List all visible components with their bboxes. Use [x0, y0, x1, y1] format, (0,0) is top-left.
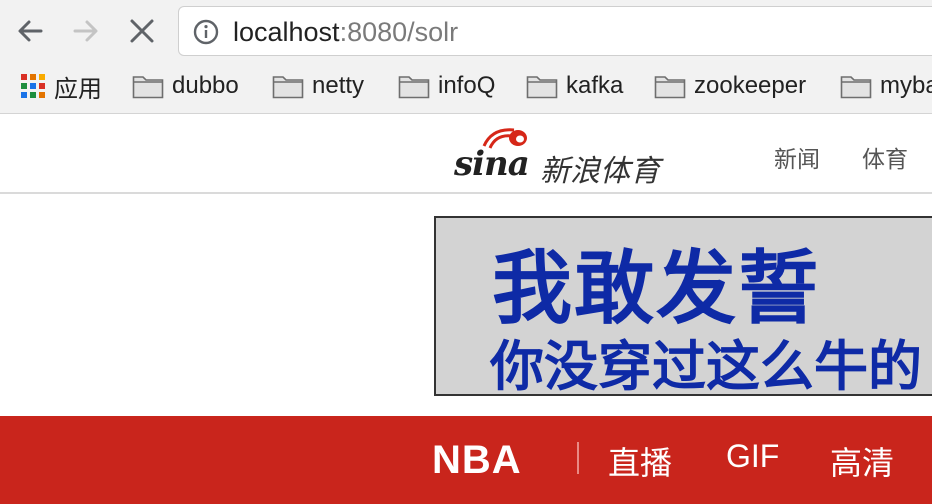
- bookmark-label: 应用: [54, 75, 102, 103]
- nav-gif[interactable]: GIF: [726, 438, 779, 475]
- bookmark-myba[interactable]: myba: [840, 70, 932, 102]
- logo-sina-text: sina: [454, 144, 530, 184]
- nav-sports[interactable]: 体育: [862, 140, 908, 174]
- bookmark-dubbo[interactable]: dubbo: [132, 70, 239, 102]
- bookmark-infoq[interactable]: infoQ: [398, 70, 495, 102]
- url-path: :8080/solr: [339, 17, 459, 47]
- logo-sports-text: 新浪体育: [540, 155, 660, 188]
- bookmark-label: infoQ: [438, 72, 496, 99]
- nav-news[interactable]: 新闻: [774, 140, 820, 174]
- ad-banner[interactable]: 我敢发誓 你没穿过这么牛的: [434, 216, 932, 396]
- bookmark-label: zookeeper: [694, 72, 807, 99]
- forward-button[interactable]: [66, 11, 106, 51]
- bookmark-label: myba: [880, 72, 932, 99]
- bookmark-kafka[interactable]: kafka: [526, 70, 623, 102]
- close-icon: [130, 19, 154, 43]
- forward-arrow-icon: [73, 20, 98, 42]
- site-info-icon[interactable]: [193, 19, 219, 50]
- back-arrow-icon: [18, 20, 43, 42]
- bookmark-label: netty: [312, 72, 365, 99]
- url-host: localhost: [233, 17, 340, 47]
- bookmark-zookeeper[interactable]: zookeeper: [654, 70, 806, 102]
- bookmark-label: dubbo: [172, 72, 239, 99]
- bookmarks-bar: 应用 dubbo netty infoQ kafka zookeeper myb: [0, 62, 932, 114]
- sina-sports-logo[interactable]: sina 新浪体育: [452, 124, 702, 188]
- folder-icon: [132, 76, 164, 99]
- stop-loading-button[interactable]: [122, 11, 162, 51]
- folder-icon: [654, 76, 686, 99]
- nav-hd[interactable]: 高清: [830, 438, 894, 484]
- back-button[interactable]: [10, 11, 50, 51]
- folder-icon: [526, 76, 558, 99]
- apps-grid-icon: [21, 74, 45, 98]
- bookmark-label: kafka: [566, 72, 624, 99]
- nav-nba[interactable]: NBA: [432, 438, 522, 483]
- bookmark-apps[interactable]: 应用: [20, 70, 102, 103]
- browser-toolbar: localhost:8080/solr: [0, 0, 932, 62]
- address-bar[interactable]: localhost:8080/solr: [178, 6, 932, 56]
- site-header: sina 新浪体育 新闻 体育: [0, 114, 932, 194]
- nav-live[interactable]: 直播: [608, 438, 672, 484]
- ad-subline: 你没穿过这么牛的: [490, 337, 922, 396]
- bookmark-netty[interactable]: netty: [272, 70, 364, 102]
- nav-divider: [577, 442, 579, 474]
- section-nav-bar: NBA 直播 GIF 高清: [0, 416, 932, 504]
- folder-icon: [840, 76, 872, 99]
- folder-icon: [398, 76, 430, 99]
- folder-icon: [272, 76, 304, 99]
- url-text: localhost:8080/solr: [233, 18, 458, 46]
